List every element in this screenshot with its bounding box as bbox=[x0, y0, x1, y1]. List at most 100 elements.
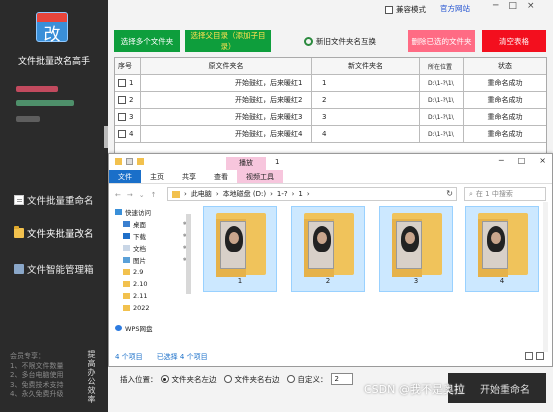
tree-folder-2-10[interactable]: 2.10 bbox=[109, 278, 197, 290]
table-row[interactable]: 4 开始鼓红，后来暖红4 4 D:\1-?\1\ 重命名成功 bbox=[115, 126, 546, 143]
breadcrumb-drive[interactable]: 本地磁盘 (D:) bbox=[223, 189, 266, 199]
tree-folder-2-9[interactable]: 2.9 bbox=[109, 266, 197, 278]
new-folder-icon[interactable] bbox=[137, 158, 144, 165]
tab-share[interactable]: 共享 bbox=[173, 170, 205, 183]
folder-icon bbox=[123, 269, 130, 275]
compat-label: 兼容模式 bbox=[396, 5, 426, 14]
refresh-icon[interactable]: ↻ bbox=[446, 189, 453, 198]
insert-position-group: 插入位置： 文件夹名左边 文件夹名右边 自定义： 2 bbox=[120, 373, 353, 385]
compat-checkbox[interactable] bbox=[385, 5, 393, 14]
nav-file-manager[interactable]: 文件智能管理箱 bbox=[14, 262, 94, 276]
table-row[interactable]: 1 开始鼓红，后来暖红1 1 D:\1-?\1\ 重命名成功 bbox=[115, 75, 546, 92]
breadcrumb-current[interactable]: 1 bbox=[298, 190, 302, 198]
thumbnail bbox=[396, 221, 422, 269]
compat-mode-toggle[interactable]: 兼容模式 bbox=[385, 4, 426, 15]
nav-file-rename[interactable]: 文件批量重命名 bbox=[14, 193, 94, 207]
table-row[interactable]: 3 开始鼓红，后来暖红3 3 D:\1-?\1\ 重命名成功 bbox=[115, 109, 546, 126]
properties-icon[interactable] bbox=[126, 158, 133, 165]
tree-desktop[interactable]: 桌面 ✱ bbox=[109, 218, 197, 230]
swap-names-button[interactable]: 新旧文件夹名互换 bbox=[303, 30, 377, 52]
table-header: 序号 原文件夹名 新文件夹名 所在位置 状态 bbox=[115, 58, 546, 75]
explorer-window: 播放 1 ─ □ × 文件 主页 共享 查看 视频工具 ← → ⌄ ↑ › 此电… bbox=[108, 153, 553, 367]
folder-item[interactable]: 1 bbox=[203, 206, 277, 292]
nav-file-rename-label: 文件批量重命名 bbox=[27, 196, 94, 207]
forward-icon[interactable]: → bbox=[127, 191, 133, 199]
breadcrumb-separator: › bbox=[270, 190, 273, 198]
nav-folder-rename[interactable]: 文件夹批量改名 bbox=[14, 226, 94, 240]
app-title: 文件批量改名高手 bbox=[17, 57, 90, 67]
dropdown-icon[interactable]: ⌄ bbox=[139, 191, 145, 199]
tree-pictures[interactable]: 图片 ✱ bbox=[109, 254, 197, 266]
custom-position-input[interactable]: 2 bbox=[330, 373, 353, 385]
explorer-close-button[interactable]: × bbox=[539, 156, 546, 165]
folder-item-label: 1 bbox=[237, 277, 243, 285]
folder-item[interactable]: 3 bbox=[379, 206, 453, 292]
details-view-icon[interactable] bbox=[525, 352, 533, 360]
address-bar[interactable]: › 此电脑 › 本地磁盘 (D:) › 1-? › 1 › ↻ bbox=[167, 187, 457, 201]
nav-folder-rename-label: 文件夹批量改名 bbox=[27, 229, 94, 240]
radio-right[interactable] bbox=[223, 375, 232, 383]
explorer-minimize-button[interactable]: ─ bbox=[499, 156, 504, 165]
close-button[interactable]: × bbox=[527, 1, 535, 11]
table-row[interactable]: 2 开始鼓红，后来暖红2 2 D:\1-?\1\ 重命名成功 bbox=[115, 92, 546, 109]
watermark: CSDN @我不是奥拉 bbox=[364, 383, 465, 396]
tree-wps-drive[interactable]: WPS网盘 bbox=[109, 322, 197, 334]
tree-folder-2022[interactable]: 2022 bbox=[109, 302, 197, 314]
radio-left[interactable] bbox=[160, 375, 169, 383]
breadcrumb-folder[interactable]: 1-? bbox=[277, 190, 288, 198]
tree-label: 图片 bbox=[133, 257, 146, 265]
selected-count: 已选择 4 个项目 bbox=[156, 353, 208, 361]
blurred-account-info bbox=[16, 100, 74, 106]
folder-icon bbox=[123, 293, 130, 299]
tab-file[interactable]: 文件 bbox=[109, 170, 141, 183]
tree-documents[interactable]: 文档 ✱ bbox=[109, 242, 197, 254]
minimize-button[interactable]: ─ bbox=[493, 1, 498, 11]
tab-video-tools[interactable]: 视频工具 bbox=[237, 170, 283, 183]
thumbnail bbox=[308, 221, 334, 269]
delete-selected-button[interactable]: 删除已选的文件夹 bbox=[408, 30, 475, 52]
radio-custom[interactable] bbox=[286, 375, 295, 383]
tree-downloads[interactable]: 下载 ✱ bbox=[109, 230, 197, 242]
row-new-name: 2 bbox=[312, 92, 420, 108]
tab-view[interactable]: 查看 bbox=[205, 170, 237, 183]
row-checkbox[interactable] bbox=[118, 130, 126, 138]
explorer-maximize-button[interactable]: □ bbox=[518, 156, 526, 165]
folder-item[interactable]: 2 bbox=[291, 206, 365, 292]
row-checkbox[interactable] bbox=[118, 79, 126, 87]
member-line: 1、不限文件数量 bbox=[10, 361, 64, 370]
file-view-scrollbar[interactable] bbox=[543, 202, 548, 352]
blurred-account-info bbox=[16, 116, 40, 122]
search-box[interactable]: ⌕ 在 1 中搜索 bbox=[464, 187, 546, 201]
address-row: ← → ⌄ ↑ › 此电脑 › 本地磁盘 (D:) › 1-? › 1 › ↻ … bbox=[109, 186, 552, 203]
tab-home[interactable]: 主页 bbox=[141, 170, 173, 183]
row-new-name: 1 bbox=[312, 75, 420, 91]
row-checkbox[interactable] bbox=[118, 96, 126, 104]
side-scrollbar[interactable] bbox=[104, 126, 108, 148]
clear-table-button[interactable]: 清空表格 bbox=[482, 30, 546, 52]
maximize-button[interactable]: □ bbox=[508, 1, 517, 11]
tree-quick-access[interactable]: 快速访问 bbox=[109, 206, 197, 218]
back-icon[interactable]: ← bbox=[115, 191, 121, 199]
folder-item[interactable]: 4 bbox=[465, 206, 539, 292]
swap-label: 新旧文件夹名互换 bbox=[316, 36, 376, 46]
official-site-link[interactable]: 官方网站 bbox=[440, 3, 470, 14]
radio-custom-label: 自定义： bbox=[297, 374, 328, 384]
member-line: 2、多台电脑使用 bbox=[10, 371, 64, 379]
options-bar: 插入位置： 文件夹名左边 文件夹名右边 自定义： 2 开始重命名 bbox=[108, 367, 553, 412]
large-icons-view-icon[interactable] bbox=[536, 352, 544, 360]
add-folders-button[interactable]: 选择多个文件夹 bbox=[114, 30, 180, 52]
breadcrumb-this-pc[interactable]: 此电脑 bbox=[191, 189, 212, 199]
tree-label: 下载 bbox=[133, 233, 146, 241]
radio-right-label: 文件夹名右边 bbox=[234, 374, 280, 384]
folder-icon bbox=[172, 190, 180, 198]
row-checkbox[interactable] bbox=[118, 113, 126, 121]
tree-folder-2-11[interactable]: 2.11 bbox=[109, 290, 197, 302]
add-subfolders-button[interactable]: 选择父目录（添加子目录） bbox=[185, 30, 271, 52]
folder-icon bbox=[123, 305, 130, 311]
logo-char: 改 bbox=[43, 25, 61, 45]
tab-play[interactable]: 播放 bbox=[226, 157, 266, 170]
tree-scrollbar[interactable] bbox=[186, 214, 191, 294]
document-icon bbox=[14, 195, 24, 205]
up-icon[interactable]: ↑ bbox=[151, 191, 157, 199]
explorer-window-controls: ─ □ × bbox=[499, 156, 546, 165]
